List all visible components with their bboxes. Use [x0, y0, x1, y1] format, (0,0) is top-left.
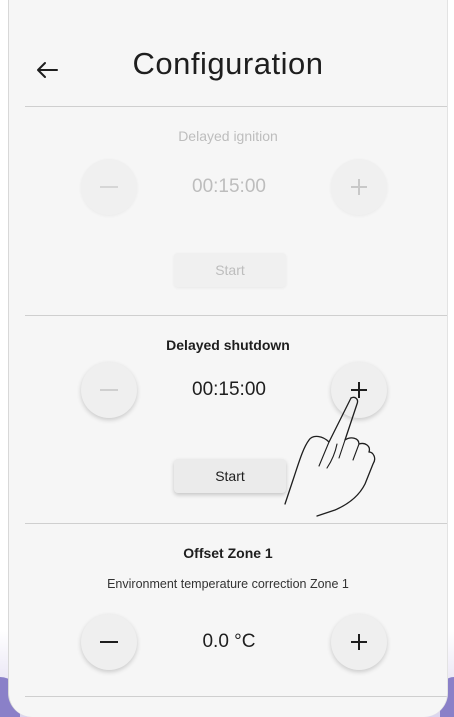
- offset-value: 0.0 °C: [202, 631, 256, 652]
- app-screen: Configuration Delayed ignition 00:15:00 …: [8, 0, 448, 717]
- page-title: Configuration: [132, 46, 324, 81]
- delayed-ignition-section: Delayed ignition 00:15:00 Start: [9, 107, 447, 315]
- section-subtitle: Environment temperature correction Zone …: [107, 577, 349, 591]
- decrement-button[interactable]: [81, 159, 137, 215]
- minus-icon: [100, 389, 118, 391]
- decrement-button[interactable]: [81, 362, 137, 418]
- tap-hand-icon: [284, 396, 376, 517]
- minus-icon: [100, 641, 118, 643]
- offset-zone-1-section: Offset Zone 1 Environment temperature co…: [9, 524, 447, 696]
- divider: [25, 696, 447, 697]
- section-title: Delayed ignition: [178, 128, 278, 144]
- plus-icon: [351, 634, 367, 650]
- section-title: Delayed shutdown: [166, 337, 290, 353]
- section-title: Offset Zone 1: [183, 545, 273, 561]
- start-button[interactable]: Start: [174, 253, 286, 287]
- timer-value: 00:15:00: [192, 379, 266, 400]
- increment-button[interactable]: [331, 159, 387, 215]
- start-button[interactable]: Start: [174, 459, 286, 493]
- minus-icon: [100, 186, 118, 188]
- timer-value: 00:15:00: [192, 176, 266, 197]
- header: Configuration: [9, 0, 447, 106]
- plus-icon: [351, 179, 367, 195]
- decrement-button[interactable]: [81, 614, 137, 670]
- increment-button[interactable]: [331, 614, 387, 670]
